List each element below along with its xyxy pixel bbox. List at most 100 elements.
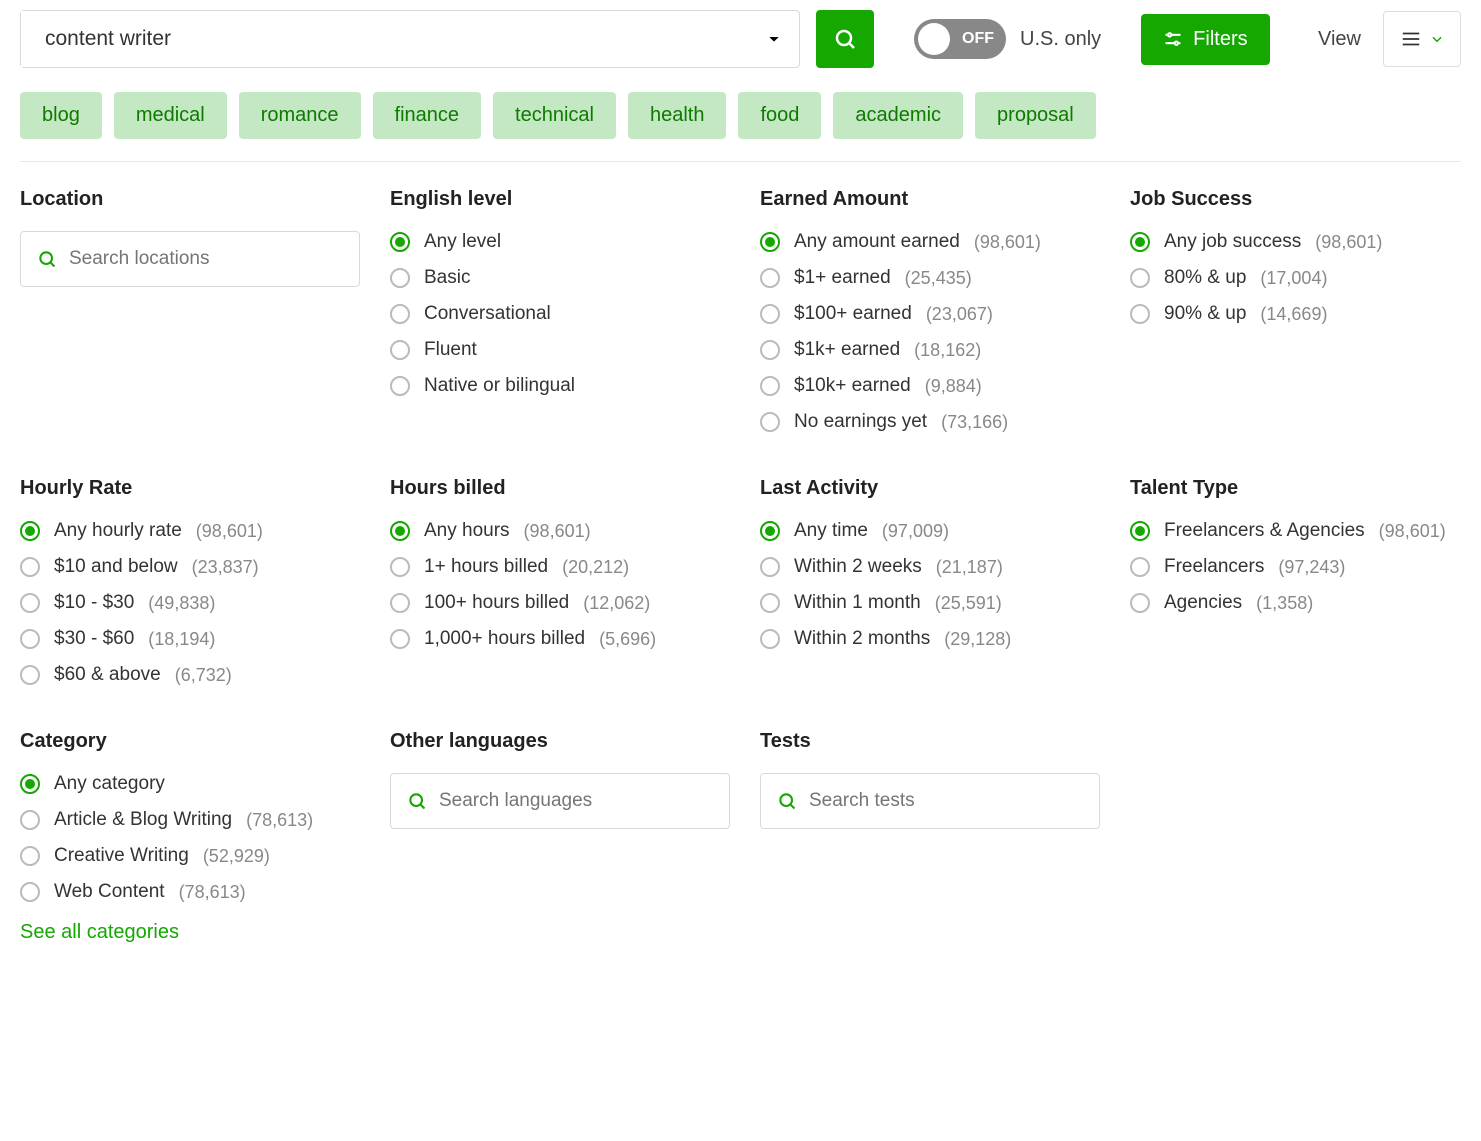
filter-option[interactable]: Any category <box>20 773 380 795</box>
option-label: 80% & up <box>1164 267 1246 289</box>
group-title: Tests <box>760 730 1120 753</box>
option-label: Article & Blog Writing <box>54 809 232 831</box>
option-label: Within 2 months <box>794 628 930 650</box>
filter-option[interactable]: Any time(97,009) <box>760 520 1120 542</box>
filter-option[interactable]: Freelancers(97,243) <box>1130 556 1481 578</box>
filter-option[interactable]: $30 - $60(18,194) <box>20 628 380 650</box>
tag-finance[interactable]: finance <box>373 92 482 139</box>
chevron-down-icon <box>1430 32 1444 46</box>
filter-option[interactable]: $60 & above(6,732) <box>20 664 380 686</box>
option-count: (25,435) <box>905 268 972 289</box>
filter-option[interactable]: Article & Blog Writing (78,613) <box>20 809 380 831</box>
radio-icon <box>760 593 780 613</box>
filter-option[interactable]: Any level <box>390 231 750 253</box>
filter-option[interactable]: 80% & up (17,004) <box>1130 267 1481 289</box>
view-mode-button[interactable] <box>1383 11 1461 67</box>
option-count: (49,838) <box>148 593 215 614</box>
languages-input[interactable] <box>439 790 713 812</box>
search-input[interactable] <box>21 11 749 67</box>
sliders-icon <box>1163 29 1183 49</box>
option-label: No earnings yet <box>794 411 927 433</box>
filter-option[interactable]: Basic <box>390 267 750 289</box>
location-search[interactable] <box>20 231 360 287</box>
filter-option[interactable]: Any hours(98,601) <box>390 520 750 542</box>
languages-search[interactable] <box>390 773 730 829</box>
filter-option[interactable]: 1,000+ hours billed(5,696) <box>390 628 750 650</box>
us-only-toggle[interactable]: OFF <box>914 19 1006 59</box>
filter-option[interactable]: $1+ earned (25,435) <box>760 267 1120 289</box>
filter-option[interactable]: 100+ hours billed(12,062) <box>390 592 750 614</box>
option-count: (17,004) <box>1260 268 1327 289</box>
group-title: Earned Amount <box>760 188 1120 211</box>
tests-search[interactable] <box>760 773 1100 829</box>
filter-option[interactable]: $100+ earned (23,067) <box>760 303 1120 325</box>
see-all-categories-link[interactable]: See all categories <box>20 921 380 944</box>
tag-proposal[interactable]: proposal <box>975 92 1096 139</box>
filter-option[interactable]: 1+ hours billed(20,212) <box>390 556 750 578</box>
tag-medical[interactable]: medical <box>114 92 227 139</box>
radio-icon <box>1130 304 1150 324</box>
radio-icon <box>390 521 410 541</box>
option-count: (9,884) <box>925 376 982 397</box>
filter-option[interactable]: 90% & up(14,669) <box>1130 303 1481 325</box>
group-title: Job Success <box>1130 188 1481 211</box>
filter-option[interactable]: Web Content(78,613) <box>20 881 380 903</box>
filter-option[interactable]: $1k+ earned(18,162) <box>760 339 1120 361</box>
radio-icon <box>20 557 40 577</box>
location-input[interactable] <box>69 248 343 270</box>
filter-option[interactable]: Within 2 weeks(21,187) <box>760 556 1120 578</box>
search-icon <box>777 791 797 811</box>
tag-technical[interactable]: technical <box>493 92 616 139</box>
radio-icon <box>760 376 780 396</box>
filter-option[interactable]: $10k+ earned(9,884) <box>760 375 1120 397</box>
tag-health[interactable]: health <box>628 92 727 139</box>
option-label: 1+ hours billed <box>424 556 548 578</box>
us-only-label: U.S. only <box>1020 28 1101 51</box>
radio-icon <box>760 304 780 324</box>
filter-option[interactable]: Any amount earned(98,601) <box>760 231 1120 253</box>
search-button[interactable] <box>816 10 874 68</box>
radio-icon <box>20 593 40 613</box>
option-label: Basic <box>424 267 470 289</box>
option-label: $1+ earned <box>794 267 891 289</box>
filter-option[interactable]: Agencies(1,358) <box>1130 592 1481 614</box>
divider <box>20 161 1461 162</box>
tag-romance[interactable]: romance <box>239 92 361 139</box>
filter-option[interactable]: Creative Writing(52,929) <box>20 845 380 867</box>
filter-option[interactable]: $10 - $30 (49,838) <box>20 592 380 614</box>
filter-option[interactable]: Fluent <box>390 339 750 361</box>
option-count: (25,591) <box>935 593 1002 614</box>
search-category-dropdown[interactable] <box>749 31 799 47</box>
option-label: Fluent <box>424 339 477 361</box>
option-label: $100+ earned <box>794 303 912 325</box>
option-count: (23,067) <box>926 304 993 325</box>
filter-option[interactable]: Freelancers & Agencies(98,601) <box>1130 520 1481 542</box>
tests-input[interactable] <box>809 790 1083 812</box>
radio-icon <box>760 412 780 432</box>
option-label: $10 - $30 <box>54 592 134 614</box>
filter-option[interactable]: Within 1 month (25,591) <box>760 592 1120 614</box>
tag-blog[interactable]: blog <box>20 92 102 139</box>
option-label: Any hourly rate <box>54 520 182 542</box>
option-count: (18,194) <box>148 629 215 650</box>
filter-option[interactable]: $10 and below(23,837) <box>20 556 380 578</box>
tag-food[interactable]: food <box>738 92 821 139</box>
group-title: Category <box>20 730 380 753</box>
radio-icon <box>390 304 410 324</box>
filter-option[interactable]: Conversational <box>390 303 750 325</box>
option-label: $10 and below <box>54 556 178 578</box>
group-activity: Last Activity Any time(97,009)Within 2 w… <box>760 477 1120 686</box>
tag-academic[interactable]: academic <box>833 92 963 139</box>
option-label: Any category <box>54 773 165 795</box>
filter-option[interactable]: No earnings yet(73,166) <box>760 411 1120 433</box>
filters-button[interactable]: Filters <box>1141 14 1269 65</box>
radio-icon <box>390 629 410 649</box>
option-count: (78,613) <box>246 810 313 831</box>
filter-option[interactable]: Any hourly rate(98,601) <box>20 520 380 542</box>
group-other-languages: Other languages <box>390 730 750 944</box>
option-label: Freelancers <box>1164 556 1264 578</box>
option-label: Within 1 month <box>794 592 921 614</box>
filter-option[interactable]: Native or bilingual <box>390 375 750 397</box>
filter-option[interactable]: Within 2 months(29,128) <box>760 628 1120 650</box>
filter-option[interactable]: Any job success(98,601) <box>1130 231 1481 253</box>
